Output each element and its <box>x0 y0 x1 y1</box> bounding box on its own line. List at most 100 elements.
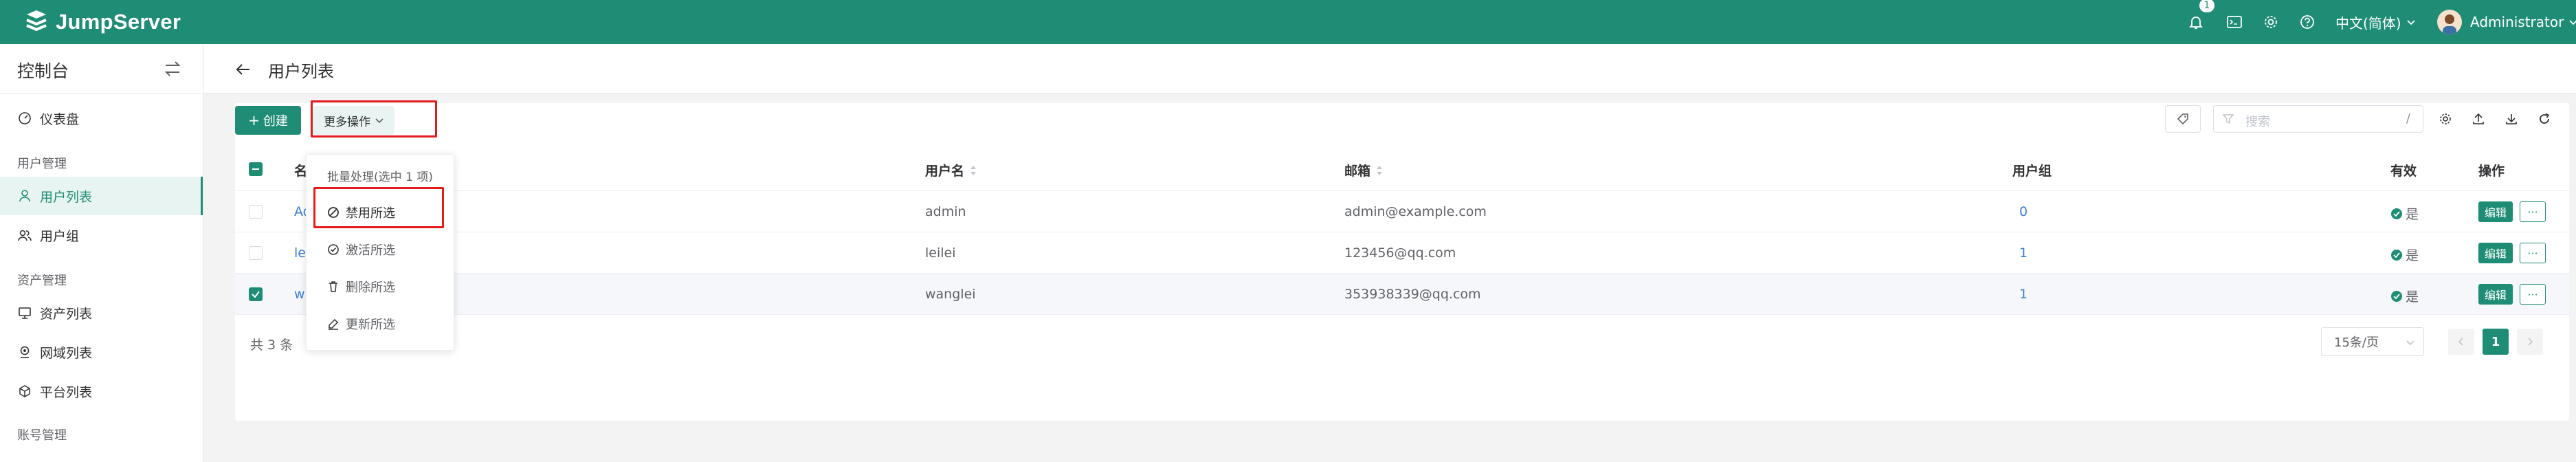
download-icon <box>2506 114 2517 124</box>
select-all-checkbox[interactable] <box>249 162 263 176</box>
notifications[interactable]: 1 <box>2188 0 2214 44</box>
top-bar: JumpServer 1 中文(简体) Administrator <box>0 0 2576 44</box>
help-icon <box>2300 15 2314 29</box>
table-row[interactable]: le leilei 123456@qq.com 1 是 编辑 ··· <box>235 232 2569 274</box>
cell-groups[interactable]: 1 <box>2019 287 2028 302</box>
row-checkbox[interactable] <box>249 246 263 260</box>
filter-icon <box>2222 114 2234 124</box>
sidebar-item-dashboard[interactable]: 仪表盘 <box>0 99 203 138</box>
jumpserver-logo-icon <box>26 10 47 32</box>
more-actions-dropdown: 批量处理(选中 1 项) 禁用所选 激活所选 删除所选 更新所选 <box>306 154 454 351</box>
import-button[interactable] <box>2498 105 2525 133</box>
sort-icon <box>970 165 977 175</box>
table-header: 名 用户名 邮箱 用户组 有效 操作 <box>235 147 2569 191</box>
prev-page-button[interactable] <box>2448 329 2474 355</box>
menu-item-label: 删除所选 <box>346 280 395 295</box>
chevron-down-icon <box>2406 20 2415 25</box>
row-checkbox[interactable] <box>249 205 263 219</box>
swap-icon[interactable] <box>162 58 183 79</box>
sidebar-group-account: 账号管理 <box>17 428 67 443</box>
page-size-label: 15条/页 <box>2334 336 2379 350</box>
language-label: 中文(简体) <box>2335 14 2401 32</box>
cell-name[interactable]: w <box>294 287 305 302</box>
page-header: 用户列表 <box>203 44 2576 94</box>
menu-item-label: 更新所选 <box>346 318 395 332</box>
table-row[interactable]: w wanglei 353938339@qq.com 1 是 编辑 ··· <box>235 274 2569 315</box>
column-header-username[interactable]: 用户名 <box>925 161 977 179</box>
language-selector[interactable]: 中文(简体) <box>2335 0 2417 44</box>
tag-filter-button[interactable] <box>2165 105 2201 133</box>
column-header-email[interactable]: 邮箱 <box>1344 161 1383 179</box>
web-terminal-button[interactable] <box>2227 0 2247 44</box>
check-circle-icon <box>2391 249 2402 261</box>
column-header-active: 有效 <box>2390 164 2417 179</box>
export-button[interactable] <box>2465 105 2492 133</box>
active-label: 是 <box>2406 248 2419 263</box>
avatar-icon <box>2443 14 2456 34</box>
search-input[interactable]: 搜索 / <box>2213 105 2423 133</box>
logo[interactable]: JumpServer <box>23 9 181 35</box>
trash-icon <box>329 281 337 292</box>
user-name: Administrator <box>2470 14 2564 30</box>
sidebar-item-label: 资产列表 <box>40 306 93 322</box>
location-icon <box>20 346 30 358</box>
column-header-actions: 操作 <box>2478 164 2505 179</box>
table-row[interactable]: Ad admin admin@example.com 0 是 编辑 ··· <box>235 191 2569 232</box>
cell-name[interactable]: le <box>294 245 306 261</box>
dashboard-icon <box>19 112 31 124</box>
cell-groups[interactable]: 1 <box>2019 245 2028 261</box>
edit-button[interactable]: 编辑 <box>2478 284 2513 305</box>
indeterminate-icon <box>252 168 259 170</box>
help-button[interactable] <box>2300 0 2320 44</box>
active-label: 是 <box>2406 289 2419 305</box>
sidebar-item-domain-list[interactable]: 网域列表 <box>0 333 203 371</box>
upload-icon <box>2473 113 2484 124</box>
column-header-groups: 用户组 <box>2012 164 2052 179</box>
menu-item-activate-selected[interactable]: 激活所选 <box>327 237 395 262</box>
sidebar-item-asset-list[interactable]: 资产列表 <box>0 294 203 332</box>
user-menu[interactable]: Administrator <box>2437 0 2576 44</box>
page-size-select[interactable]: 15条/页 <box>2321 327 2424 356</box>
sidebar-item-user-list[interactable]: 用户列表 <box>0 177 203 215</box>
page-number-current[interactable]: 1 <box>2483 329 2509 355</box>
create-label: 创建 <box>263 114 288 129</box>
active-label: 是 <box>2406 207 2419 222</box>
menu-item-update-selected[interactable]: 更新所选 <box>327 311 395 336</box>
more-row-actions-button[interactable]: ··· <box>2520 201 2546 222</box>
highlight-box-disable-selected <box>313 187 444 228</box>
column-settings-button[interactable] <box>2432 105 2459 133</box>
arrow-left-icon[interactable] <box>235 61 252 78</box>
create-button[interactable]: + 创建 <box>235 106 301 135</box>
sidebar-item-label: 网域列表 <box>40 345 93 361</box>
check-circle-icon <box>2391 290 2402 302</box>
cell-groups[interactable]: 0 <box>2019 204 2028 219</box>
edit-icon <box>329 318 339 330</box>
edit-button[interactable]: 编辑 <box>2478 201 2513 222</box>
more-row-actions-button[interactable]: ··· <box>2520 243 2546 263</box>
terminal-icon <box>2227 16 2242 28</box>
cell-email: 353938339@qq.com <box>1344 287 1481 302</box>
chevron-down-icon <box>2406 340 2414 346</box>
row-checkbox[interactable] <box>249 287 263 301</box>
gear-icon <box>2265 16 2277 28</box>
edit-button[interactable]: 编辑 <box>2478 243 2513 263</box>
chevron-left-icon <box>2458 338 2463 346</box>
more-row-actions-button[interactable]: ··· <box>2520 284 2546 305</box>
sidebar-item-user-groups[interactable]: 用户组 <box>0 216 203 254</box>
check-icon <box>252 291 260 298</box>
main-content: 用户列表 + 创建 更多操作 搜索 / 名 用户名 邮箱 用户组 有效 操作 A… <box>203 44 2576 462</box>
bell-icon <box>2188 16 2203 29</box>
cell-email: admin@example.com <box>1344 204 1487 219</box>
refresh-button[interactable] <box>2531 105 2558 133</box>
refresh-icon <box>2540 113 2550 124</box>
cell-username: admin <box>925 204 966 219</box>
menu-item-delete-selected[interactable]: 删除所选 <box>327 274 395 299</box>
next-page-button[interactable] <box>2517 329 2543 355</box>
chevron-right-icon <box>2528 338 2533 346</box>
sidebar-item-platform-list[interactable]: 平台列表 <box>0 372 203 410</box>
sidebar-item-label: 用户组 <box>40 228 80 244</box>
user-group-icon <box>18 230 32 241</box>
search-placeholder: 搜索 <box>2245 115 2270 129</box>
highlight-box-more-actions <box>311 100 437 138</box>
settings-button[interactable] <box>2263 0 2284 44</box>
